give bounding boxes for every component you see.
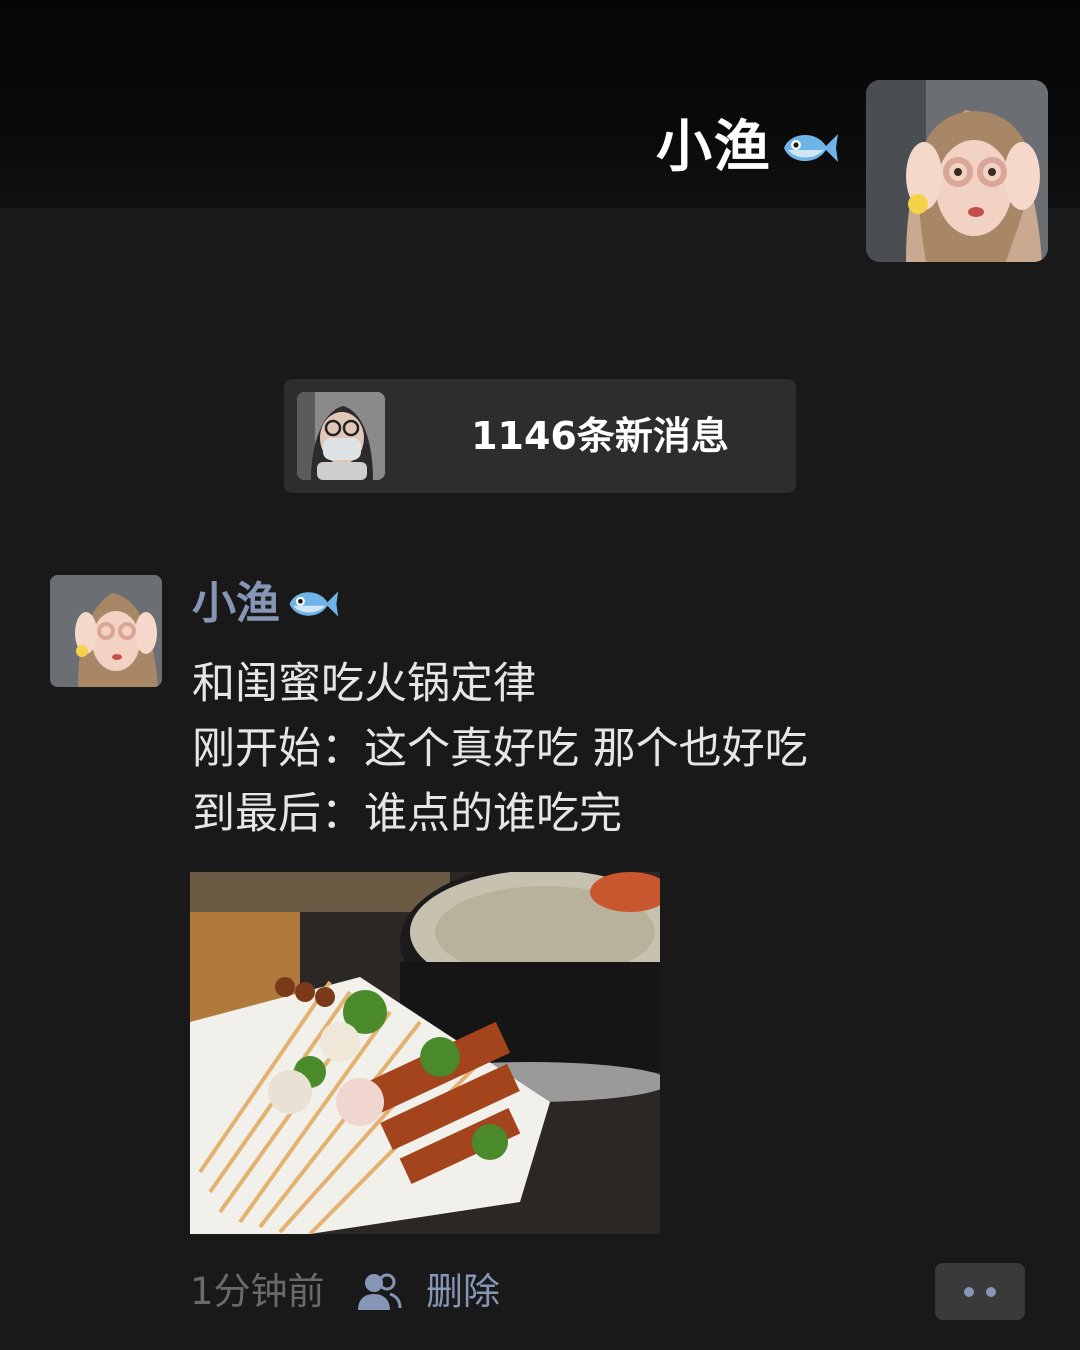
more-actions-button[interactable] [935,1263,1025,1320]
new-messages-notice[interactable]: 1146条新消息 [284,379,796,493]
new-messages-label: 1146条新消息 [471,414,729,458]
more-dots-icon [964,1286,974,1297]
profile-avatar[interactable] [866,80,1048,262]
post-text-line: 和闺蜜吃火锅定律 [192,659,536,709]
post-author[interactable]: 小渔 [192,575,340,633]
post-timestamp: 1分钟前 [190,1270,325,1313]
post-author-avatar[interactable] [50,575,162,687]
fish-icon [780,126,840,170]
profile-name: 小渔 [656,116,840,180]
sender-avatar [297,392,385,480]
moments-page: 小渔 1146条新消息 小渔 和闺蜜吃火锅定律 刚开始：这个真好吃 那个也好吃 … [0,0,1080,1350]
post-author-name[interactable]: 小渔 [192,575,280,633]
post-text-line: 到最后：谁点的谁吃完 [192,789,622,839]
profile-name-text: 小渔 [656,115,772,180]
fish-icon [286,584,340,624]
post-photo[interactable] [190,872,660,1234]
post-text: 和闺蜜吃火锅定律 刚开始：这个真好吃 那个也好吃 到最后：谁点的谁吃完 [192,652,808,847]
more-dots-icon [986,1286,996,1297]
people-icon[interactable] [356,1272,402,1312]
delete-button[interactable]: 删除 [426,1268,500,1316]
post-text-line: 刚开始：这个真好吃 那个也好吃 [192,724,808,774]
